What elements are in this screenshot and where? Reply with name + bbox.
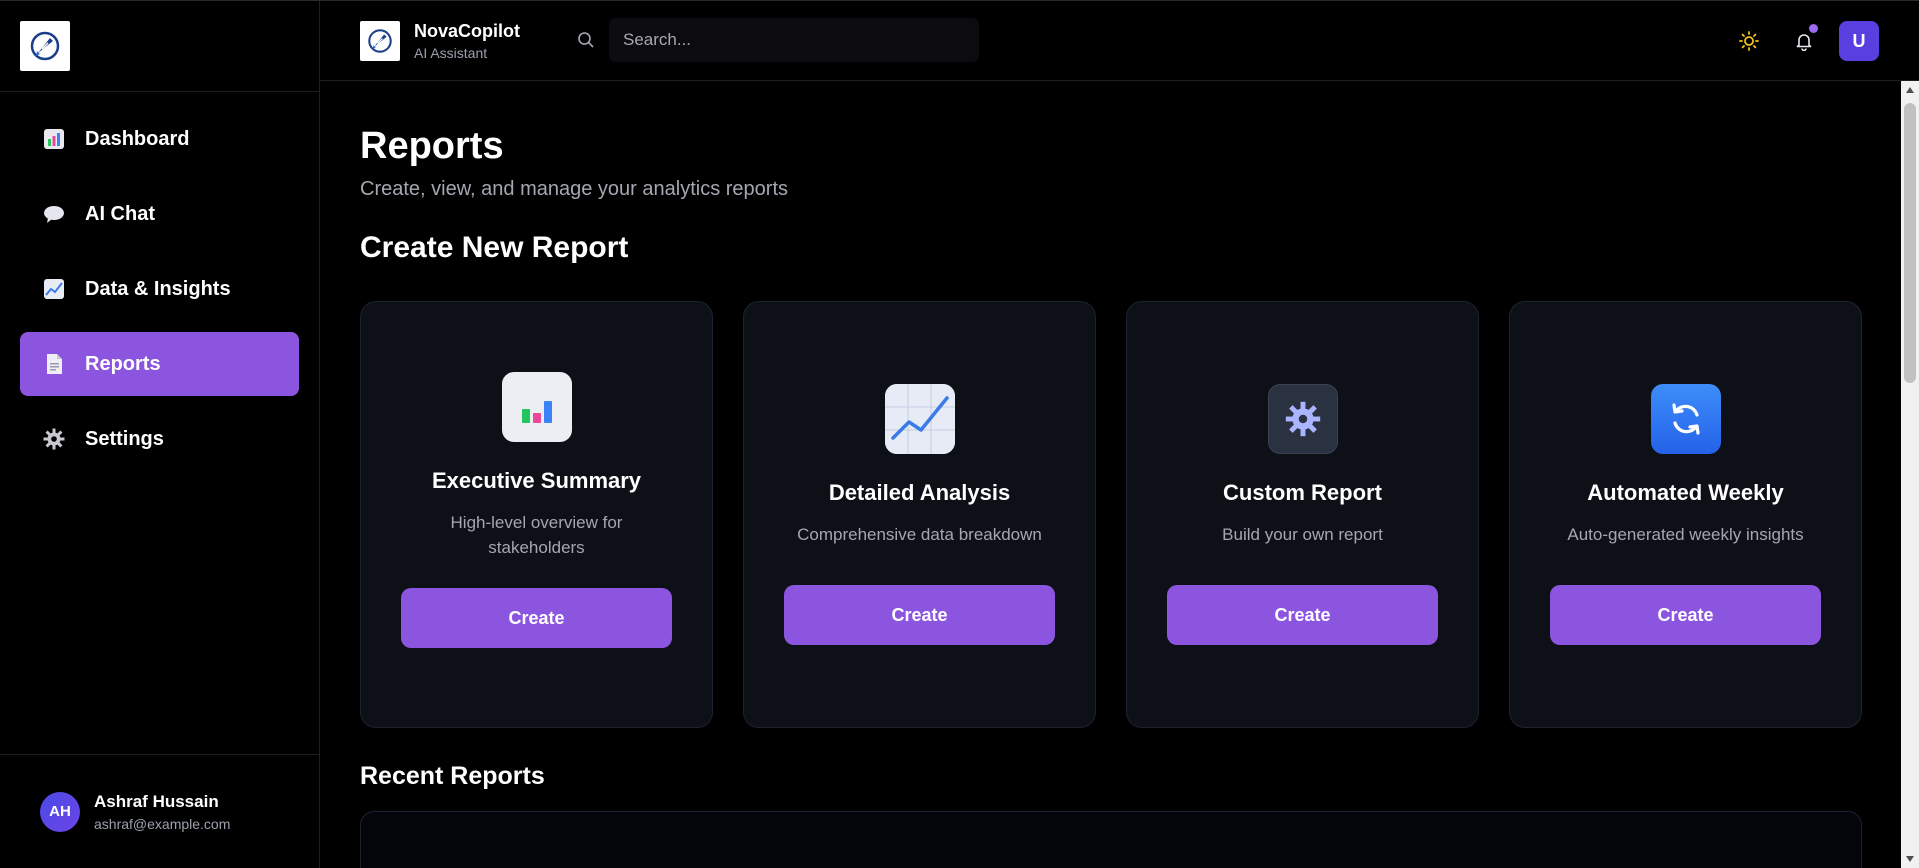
- sidebar-item-label: Settings: [85, 427, 164, 450]
- sidebar-item-settings[interactable]: Settings: [20, 407, 299, 471]
- sidebar-item-label: Data & Insights: [85, 277, 231, 300]
- rocket-logo-icon: [368, 28, 392, 53]
- card-description: Comprehensive data breakdown: [797, 525, 1042, 544]
- sun-icon: [1739, 31, 1759, 51]
- bar-chart-icon: [43, 128, 65, 150]
- line-chart-icon: [43, 278, 65, 300]
- document-icon: [43, 353, 65, 375]
- report-card-automated-weekly: Automated Weekly Auto-generated weekly i…: [1509, 301, 1862, 728]
- header-actions: U: [1729, 21, 1879, 61]
- sidebar-item-ai-chat[interactable]: AI Chat: [20, 182, 299, 246]
- page-title: Reports: [360, 125, 504, 167]
- user-info: Ashraf Hussain ashraf@example.com: [94, 792, 230, 832]
- scroll-up-arrow-icon[interactable]: [1905, 85, 1915, 95]
- card-title: Custom Report: [1223, 480, 1382, 505]
- app-logo[interactable]: [20, 21, 70, 71]
- scrollbar-thumb[interactable]: [1904, 103, 1916, 383]
- brand: NovaCopilot AI Assistant: [414, 21, 520, 61]
- scroll-down-arrow-icon[interactable]: [1905, 854, 1915, 864]
- card-title: Automated Weekly: [1587, 480, 1784, 505]
- report-templates: Executive Summary High-level overview fo…: [360, 301, 1919, 728]
- report-card-detailed-analysis: Detailed Analysis Comprehensive data bre…: [743, 301, 1096, 728]
- refresh-icon: [1650, 384, 1721, 454]
- user-avatar-button[interactable]: U: [1839, 21, 1879, 61]
- search-bar: [575, 18, 979, 62]
- gear-icon: [1267, 384, 1338, 454]
- card-description: Build your own report: [1222, 525, 1383, 544]
- recent-reports-panel: [360, 811, 1862, 868]
- line-chart-icon: [884, 384, 955, 454]
- gear-icon: [43, 428, 65, 450]
- sidebar-header: [0, 1, 319, 92]
- brand-logo[interactable]: [360, 20, 400, 61]
- recent-section-title: Recent Reports: [360, 762, 545, 790]
- sidebar-item-dashboard[interactable]: Dashboard: [20, 107, 299, 171]
- create-custom-report-button[interactable]: Create: [1167, 585, 1438, 645]
- create-detailed-analysis-button[interactable]: Create: [784, 585, 1055, 645]
- sidebar-nav: Dashboard AI Chat Data & Insights Report…: [0, 92, 319, 471]
- search-icon: [575, 29, 597, 51]
- report-card-executive-summary: Executive Summary High-level overview fo…: [360, 301, 713, 728]
- theme-toggle-button[interactable]: [1729, 21, 1769, 61]
- sidebar: Dashboard AI Chat Data & Insights Report…: [0, 1, 320, 868]
- bell-icon: [1796, 34, 1812, 51]
- notifications-button[interactable]: [1784, 21, 1824, 61]
- report-card-custom-report: Custom Report Build your own report Crea…: [1126, 301, 1479, 728]
- notification-dot: [1809, 24, 1818, 33]
- card-description: High-level overview for stakeholders: [450, 513, 623, 557]
- brand-name: NovaCopilot: [414, 20, 520, 41]
- brand-subtitle: AI Assistant: [414, 44, 488, 61]
- vertical-scrollbar[interactable]: [1901, 81, 1919, 868]
- search-input[interactable]: [609, 18, 979, 62]
- app-window: Dashboard AI Chat Data & Insights Report…: [0, 0, 1919, 868]
- user-email: ashraf@example.com: [94, 815, 231, 832]
- sidebar-item-label: Dashboard: [85, 127, 190, 150]
- rocket-logo-icon: [30, 31, 60, 61]
- topbar: NovaCopilot AI Assistant Search... U: [320, 1, 1919, 81]
- card-title: Executive Summary: [431, 468, 642, 493]
- bar-chart-icon: [501, 372, 572, 442]
- sidebar-item-data-insights[interactable]: Data & Insights: [20, 257, 299, 321]
- sidebar-item-label: Reports: [85, 352, 161, 375]
- user-profile[interactable]: AH Ashraf Hussain ashraf@example.com: [0, 754, 319, 868]
- avatar: AH: [40, 791, 80, 832]
- speech-bubble-icon: [43, 203, 65, 225]
- create-section-title: Create New Report: [360, 231, 629, 264]
- main-area: NovaCopilot AI Assistant Search... U Rep…: [320, 1, 1919, 868]
- sidebar-item-label: AI Chat: [85, 202, 155, 225]
- create-automated-weekly-button[interactable]: Create: [1550, 585, 1821, 645]
- sidebar-item-reports[interactable]: Reports: [20, 332, 299, 396]
- reports-page: Reports Create, view, and manage your an…: [320, 81, 1919, 868]
- card-title: Detailed Analysis: [828, 480, 1011, 505]
- card-description: Auto-generated weekly insights: [1567, 525, 1804, 544]
- page-subtitle: Create, view, and manage your analytics …: [360, 178, 788, 200]
- create-executive-summary-button[interactable]: Create: [401, 588, 672, 648]
- user-name: Ashraf Hussain: [94, 791, 219, 811]
